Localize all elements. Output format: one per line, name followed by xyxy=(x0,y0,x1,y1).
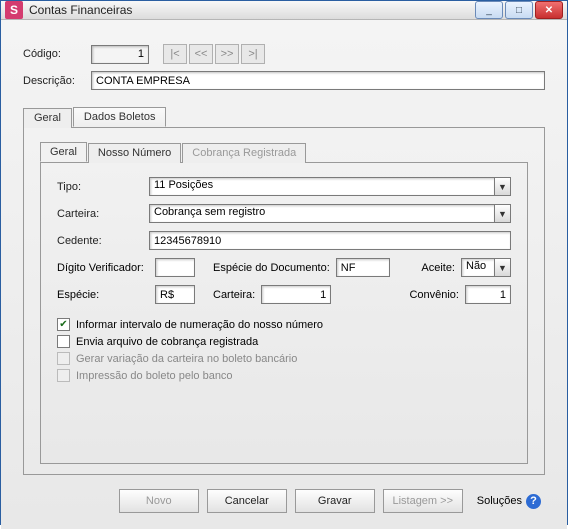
especie-input[interactable] xyxy=(155,285,195,304)
checkbox-envia-arquivo-label: Envia arquivo de cobrança registrada xyxy=(76,336,258,348)
checkbox-envia-arquivo[interactable] xyxy=(57,335,70,348)
app-window: S Contas Financeiras _ □ ✕ Código: |< <<… xyxy=(0,0,568,525)
tab-dados-boletos[interactable]: Dados Boletos xyxy=(73,107,167,127)
inner-tab-panel: Tipo: 11 Posições ▼ Carteira: Cobrança s… xyxy=(40,162,528,464)
carteira2-input[interactable] xyxy=(261,285,331,304)
inner-tab-cobranca-registrada: Cobrança Registrada xyxy=(182,143,306,163)
digito-input[interactable] xyxy=(155,258,195,277)
checkbox-gerar-variacao-label: Gerar variação da carteira no boleto ban… xyxy=(76,353,297,365)
aceite-value: Não xyxy=(461,258,494,277)
inner-tabs: Geral Nosso Número Cobrança Registrada xyxy=(40,142,528,162)
carteira-label: Carteira: xyxy=(57,208,149,220)
check-icon: ✔ xyxy=(59,319,67,330)
especie-label: Espécie: xyxy=(57,289,149,301)
chevron-down-icon[interactable]: ▼ xyxy=(494,204,511,223)
tipo-value: 11 Posições xyxy=(149,177,494,196)
nav-next-button[interactable]: >> xyxy=(215,44,239,64)
codigo-input[interactable] xyxy=(91,45,149,64)
app-icon: S xyxy=(5,1,23,19)
carteira2-label: Carteira: xyxy=(213,289,255,301)
titlebar[interactable]: S Contas Financeiras _ □ ✕ xyxy=(1,1,567,20)
checkbox-impressao-banco-label: Impressão do boleto pelo banco xyxy=(76,370,233,382)
gravar-button[interactable]: Gravar xyxy=(295,489,375,513)
nav-prev-button[interactable]: << xyxy=(189,44,213,64)
cancelar-button[interactable]: Cancelar xyxy=(207,489,287,513)
checkbox-impressao-banco xyxy=(57,369,70,382)
maximize-icon: □ xyxy=(516,5,522,16)
maximize-button[interactable]: □ xyxy=(505,1,533,19)
cedente-label: Cedente: xyxy=(57,235,149,247)
inner-tab-nosso-numero[interactable]: Nosso Número xyxy=(88,143,181,163)
tipo-label: Tipo: xyxy=(57,181,149,193)
especie-doc-label: Espécie do Documento: xyxy=(213,262,330,274)
window-title: Contas Financeiras xyxy=(29,3,475,17)
inner-tab-geral[interactable]: Geral xyxy=(40,142,87,162)
solucoes-link[interactable]: Soluções ? xyxy=(477,494,541,509)
close-icon: ✕ xyxy=(545,5,553,16)
tipo-combobox[interactable]: 11 Posições ▼ xyxy=(149,177,511,196)
tab-geral[interactable]: Geral xyxy=(23,108,72,128)
convenio-label: Convênio: xyxy=(409,289,459,301)
novo-button: Novo xyxy=(119,489,199,513)
aceite-combobox[interactable]: Não ▼ xyxy=(461,258,511,277)
nav-first-button[interactable]: |< xyxy=(163,44,187,64)
carteira-value: Cobrança sem registro xyxy=(149,204,494,223)
cedente-input[interactable] xyxy=(149,231,511,250)
checkbox-informar-intervalo[interactable]: ✔ xyxy=(57,318,70,331)
chevron-down-icon[interactable]: ▼ xyxy=(494,177,511,196)
chevron-down-icon[interactable]: ▼ xyxy=(494,258,511,277)
content-area: Código: |< << >> >| Descrição: Geral Dad… xyxy=(1,20,567,529)
help-icon: ? xyxy=(526,494,541,509)
descricao-label: Descrição: xyxy=(23,75,83,87)
nav-last-button[interactable]: >| xyxy=(241,44,265,64)
minimize-button[interactable]: _ xyxy=(475,1,503,19)
button-bar: Novo Cancelar Gravar Listagem >> Soluçõe… xyxy=(23,475,545,517)
outer-tab-panel: Geral Nosso Número Cobrança Registrada T… xyxy=(23,127,545,475)
minimize-icon: _ xyxy=(486,5,492,16)
outer-tabs: Geral Dados Boletos xyxy=(23,107,545,127)
aceite-label: Aceite: xyxy=(421,262,455,274)
convenio-input[interactable] xyxy=(465,285,511,304)
close-button[interactable]: ✕ xyxy=(535,1,563,19)
descricao-input[interactable] xyxy=(91,71,545,90)
especie-doc-input[interactable] xyxy=(336,258,390,277)
solucoes-label: Soluções xyxy=(477,495,522,507)
codigo-label: Código: xyxy=(23,48,83,60)
listagem-button: Listagem >> xyxy=(383,489,463,513)
checkbox-gerar-variacao xyxy=(57,352,70,365)
digito-label: Dígito Verificador: xyxy=(57,262,149,274)
checkbox-informar-intervalo-label: Informar intervalo de numeração do nosso… xyxy=(76,319,323,331)
carteira-combobox[interactable]: Cobrança sem registro ▼ xyxy=(149,204,511,223)
